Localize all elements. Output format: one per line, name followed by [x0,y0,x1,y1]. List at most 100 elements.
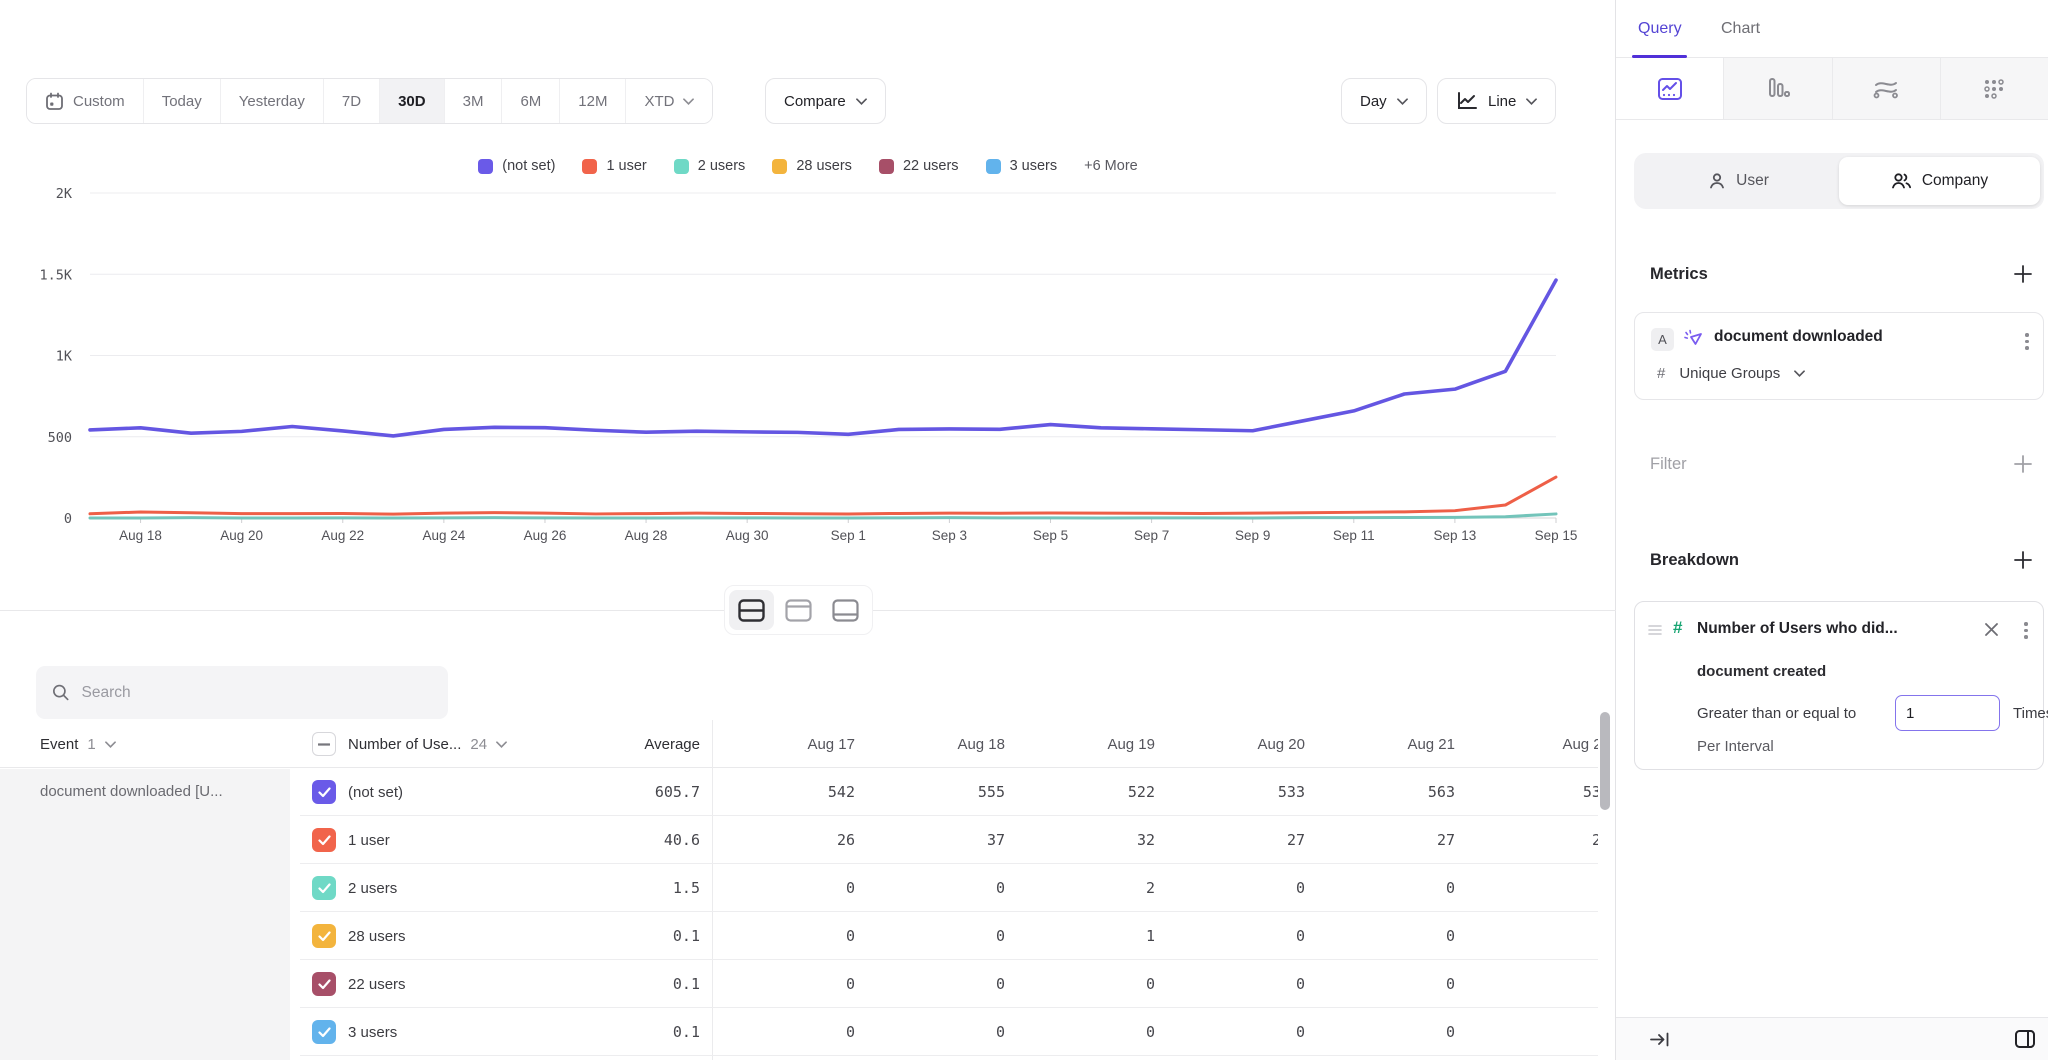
row-checkbox[interactable] [312,876,336,900]
day-column-header: Aug 19 [1005,720,1155,768]
segment-user[interactable]: User [1638,157,1839,205]
day-column-header: Aug 17 [705,720,855,768]
row-checkbox[interactable] [312,1020,336,1044]
average-column-header: Average [540,720,700,768]
tab-query-label: Query [1638,20,1682,38]
x-axis-tick-label: Sep 7 [1134,528,1169,543]
x-axis-tick-label: Sep 15 [1535,528,1578,543]
row-label: 1 user [348,816,390,864]
day-value: 533 [1155,768,1305,816]
side-panel-icon[interactable] [2014,1029,2036,1049]
y-axis-tick-label: 2K [56,186,73,202]
close-icon[interactable] [1984,622,1999,637]
vertical-scrollbar[interactable] [1600,712,1610,810]
chart-type-tab-grid[interactable] [1941,58,2048,119]
row-checkbox[interactable] [312,828,336,852]
stream-chart-tab-icon [1872,78,1900,100]
check-icon [318,979,331,990]
plus-icon [2012,453,2034,475]
day-value: 37 [855,816,1005,864]
table-search [36,666,448,719]
day-value: 0 [855,912,1005,960]
day-value: 0 [1305,864,1455,912]
tab-chart-label: Chart [1721,20,1760,38]
search-input[interactable] [82,684,432,702]
split-view-icon [738,599,765,622]
x-axis-tick-label: Sep 5 [1033,528,1068,543]
average-value: 0.1 [540,912,700,960]
chart-type-tab-line[interactable] [1616,58,1724,119]
bar-chart-tab-icon [1765,77,1791,101]
check-icon [318,883,331,894]
metric-title: document downloaded [1714,328,1883,346]
chart-workspace: CustomTodayYesterday7D30D3M6M12MXTD Comp… [0,0,1616,1060]
tab-query[interactable]: Query [1638,0,1682,58]
metric-options-kebab[interactable] [2025,333,2029,350]
add-metric-button[interactable] [2012,263,2034,285]
row-label: 3 users [348,1008,397,1056]
layout-toggle-chart-only[interactable] [776,590,821,630]
event-column-header[interactable]: Event 1 [40,720,116,768]
row-label: 2 users [348,864,397,912]
select-all-checkbox[interactable] [312,720,336,768]
day-value: 0 [705,960,855,1008]
row-label: 28 users [348,912,406,960]
metric-card[interactable]: A document downloaded # Unique Groups [1634,312,2044,400]
layout-toggle-table-only[interactable] [823,590,868,630]
bottom-panel-icon [832,599,859,622]
breakdown-condition-label: Greater than or equal to [1697,705,1856,722]
breakdown-options-kebab[interactable] [2024,622,2028,639]
y-axis-tick-label: 1.5K [39,267,72,283]
collapse-panel-icon[interactable] [1650,1031,1670,1048]
aggregation-dropdown[interactable]: # Unique Groups [1657,365,1805,382]
day-value: 1 [1005,912,1155,960]
dot-grid-tab-icon [1982,77,2006,101]
day-value: 0 [1305,1008,1455,1056]
day-value: 0 [855,960,1005,1008]
day-value: 563 [1305,768,1455,816]
indeterminate-checkbox-icon [312,732,336,756]
user-icon [1708,172,1726,190]
line-chart: 05001K1.5K2KAug 18Aug 20Aug 22Aug 24Aug … [0,0,1610,560]
day-value: 522 [1005,768,1155,816]
day-value: 0 [1005,960,1155,1008]
day-value: 28 [1460,816,1598,864]
row-checkbox[interactable] [312,780,336,804]
x-axis-tick-label: Sep 1 [831,528,866,543]
add-breakdown-button[interactable] [2012,549,2034,571]
event-header-count: 1 [87,736,95,753]
tab-chart[interactable]: Chart [1721,0,1760,58]
x-axis-tick-label: Aug 28 [625,528,668,543]
chart-type-tab-bar-chart[interactable] [1724,58,1832,119]
day-value: 0 [855,1008,1005,1056]
line-chart-tab-icon [1657,77,1683,101]
table-header-row: Event 1 Number of Use... 24 Average Aug … [0,720,1598,768]
average-value: 605.7 [540,768,700,816]
group-column-header[interactable]: Number of Use... 24 [348,720,507,768]
row-checkbox[interactable] [312,924,336,948]
breakdown-card: # Number of Users who did... document cr… [1634,601,2044,770]
plus-icon [2012,549,2034,571]
drag-handle-icon[interactable] [1648,624,1662,636]
query-panel: Query Chart [1616,0,2048,1060]
breakdown-value-input[interactable] [1895,695,2000,731]
day-value: 0 [1460,864,1598,912]
row-label: 22 users [348,960,406,1008]
group-header-count: 24 [470,736,487,753]
x-axis-tick-label: Aug 20 [220,528,263,543]
check-icon [318,835,331,846]
y-axis-tick-label: 0 [64,511,72,527]
layout-toggle-split[interactable] [729,590,774,630]
day-value: 0 [1460,960,1598,1008]
segment-company[interactable]: Company [1839,157,2040,205]
average-header-label: Average [644,736,700,753]
x-axis-tick-label: Aug 22 [321,528,364,543]
breakdown-title: Number of Users who did... [1697,620,1898,638]
chart-type-tab-stream[interactable] [1833,58,1941,119]
row-checkbox[interactable] [312,972,336,996]
table-row: 2 users1.5002000 [0,864,1598,912]
add-filter-button[interactable] [2012,453,2034,475]
series-1-user [90,477,1556,514]
company-users-icon [1891,172,1912,190]
x-axis-tick-label: Aug 26 [524,528,567,543]
